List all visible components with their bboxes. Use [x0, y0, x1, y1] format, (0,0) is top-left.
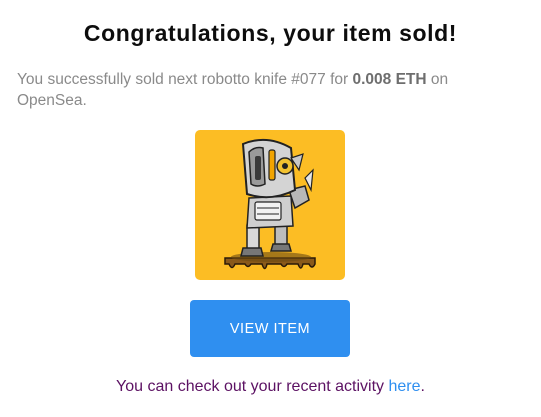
nft-item-image [195, 130, 345, 280]
sale-price: 0.008 ETH [352, 71, 427, 88]
sale-message-prefix: You successfully sold next robotto knife… [17, 71, 353, 88]
recent-activity-line: You can check out your recent activity h… [0, 378, 541, 396]
view-item-button[interactable]: VIEW ITEM [190, 300, 350, 357]
recent-activity-link[interactable]: here [388, 378, 420, 395]
robot-knife-nft-image [224, 138, 316, 270]
recent-activity-prefix: You can check out your recent activity [116, 378, 389, 395]
sale-notification-email: Congratulations, your item sold! You suc… [0, 0, 541, 417]
email-headline: Congratulations, your item sold! [83, 20, 458, 46]
sale-message: You successfully sold next robotto knife… [17, 69, 522, 111]
recent-activity-suffix: . [420, 378, 425, 395]
